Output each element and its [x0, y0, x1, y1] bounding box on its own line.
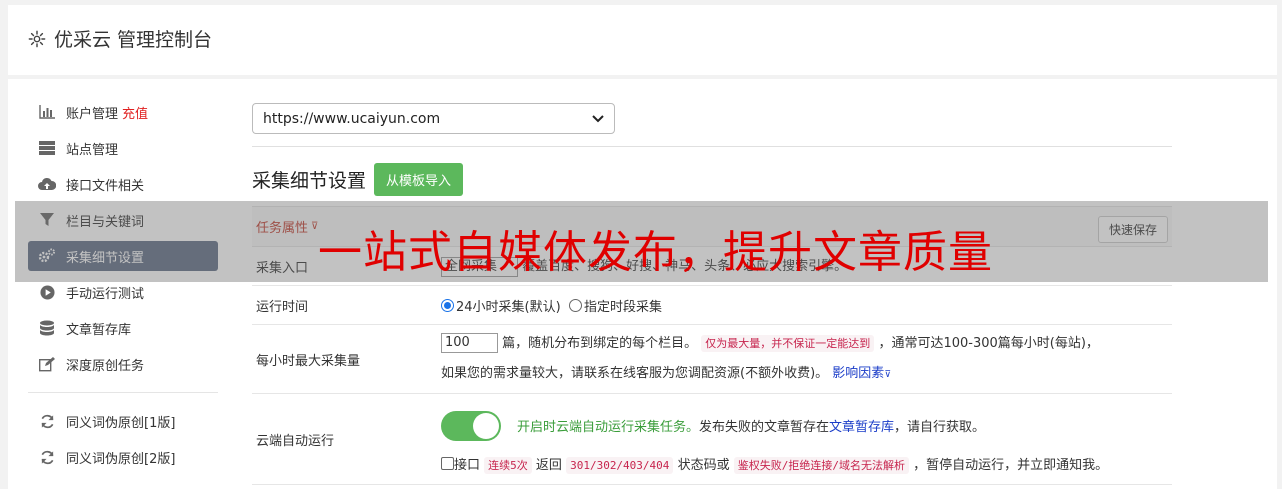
- cloud-green-text: 开启时云端自动运行采集任务。: [517, 420, 700, 435]
- article-store-link[interactable]: 文章暂存库: [829, 416, 894, 435]
- tag-5-times: 连续5次: [484, 456, 532, 474]
- sidebar-item-label: 同义词伪原创[2版]: [66, 451, 176, 467]
- server-icon: [38, 139, 56, 157]
- radio-24h-label: 24小时采集(默认): [456, 299, 561, 315]
- sidebar-item-label: 手动运行测试: [66, 286, 145, 302]
- recharge-link[interactable]: 充值: [122, 103, 148, 122]
- max-note-tag: 仅为最大量，并不保证一定能达到: [701, 334, 875, 352]
- cloud-cb-label: 接口: [454, 457, 481, 473]
- bar-chart-icon: [38, 103, 56, 121]
- cloud-auto-run-value: 开启时云端自动运行采集任务。 发布失败的文章暂存在 文章暂存库 ，请自行获取。 …: [441, 406, 1172, 474]
- page-title: 优采云 管理控制台: [28, 25, 212, 52]
- run-time-row: 运行时间 24小时采集(默认) 指定时段采集: [252, 286, 1172, 325]
- edit-icon: [38, 355, 56, 373]
- site-select-value: https://www.ucaiyun.com: [263, 110, 441, 127]
- cloud-text-3: 返回: [535, 457, 562, 473]
- content-area: https://www.ucaiyun.com 采集细节设置 从模板导入 任务属…: [252, 103, 1172, 485]
- pause-notify-checkbox[interactable]: [441, 456, 454, 470]
- max-per-hour-row: 每小时最大采集量 100 篇，随机分布到绑定的每个栏目。 仅为最大量，并不保证一…: [252, 325, 1172, 394]
- sidebar: 账户管理 充值 站点管理 接口文件相关 栏目与关键词 采集细节设置 手动运行测试…: [28, 97, 218, 478]
- sidebar-item-sites[interactable]: 站点管理: [28, 133, 218, 163]
- sidebar-item-label: 站点管理: [66, 142, 119, 158]
- sidebar-item-label: 账户管理: [66, 106, 119, 122]
- header-bar: 优采云 管理控制台: [8, 5, 1277, 75]
- sidebar-item-label: 同义词伪原创[1版]: [66, 415, 176, 431]
- max-text-3: 如果您的需求量较大，请联系在线客服为您调配资源(不额外收费)。: [441, 365, 829, 381]
- cloud-text-5: ，暂停自动运行，并立即通知我。: [913, 457, 1109, 473]
- max-per-hour-label: 每小时最大采集量: [256, 353, 361, 369]
- cloud-text-4: 状态码或: [677, 457, 730, 473]
- influence-factors-link[interactable]: 影响因素⊽: [832, 366, 891, 381]
- sidebar-item-article-store[interactable]: 文章暂存库: [28, 313, 218, 343]
- cloud-auto-run-label: 云端自动运行: [256, 433, 335, 449]
- database-icon: [38, 319, 56, 337]
- max-per-hour-input[interactable]: 100: [441, 333, 498, 353]
- max-per-hour-value: 100 篇，随机分布到绑定的每个栏目。 仅为最大量，并不保证一定能达到 ，通常可…: [441, 329, 1172, 390]
- toggle-knob: [473, 412, 499, 439]
- import-from-template-button[interactable]: 从模板导入: [374, 163, 464, 196]
- max-text-1: 篇，随机分布到绑定的每个栏目。: [502, 335, 698, 351]
- radio-24h[interactable]: [441, 298, 454, 312]
- run-time-label: 运行时间: [256, 299, 309, 315]
- play-icon: [38, 283, 56, 301]
- sidebar-item-synonym-v1[interactable]: 同义词伪原创[1版]: [28, 406, 218, 436]
- sidebar-item-account[interactable]: 账户管理 充值: [28, 97, 218, 127]
- max-text-2: ，通常可达100-300篇每小时(每站)，: [878, 335, 1099, 351]
- cloud-upload-icon: [38, 175, 56, 193]
- sidebar-item-deep-original[interactable]: 深度原创任务: [28, 349, 218, 379]
- radio-scheduled[interactable]: [568, 298, 582, 312]
- section-title: 采集细节设置: [252, 170, 367, 192]
- tag-auth-failure: 鉴权失败/拒绝连接/域名无法解析: [733, 456, 909, 474]
- app-title: 优采云 管理控制台: [54, 29, 213, 51]
- run-time-options: 24小时采集(默认) 指定时段采集: [441, 296, 1172, 315]
- main-panel: 账户管理 充值 站点管理 接口文件相关 栏目与关键词 采集细节设置 手动运行测试…: [8, 79, 1277, 489]
- sidebar-item-label: 深度原创任务: [66, 358, 145, 374]
- tag-status-codes: 301/302/403/404: [566, 456, 674, 474]
- site-select[interactable]: https://www.ucaiyun.com: [252, 103, 615, 134]
- divider: [252, 146, 1172, 147]
- gear-icon: [28, 30, 46, 48]
- cloud-text-1: 发布失败的文章暂存在: [699, 420, 830, 435]
- sidebar-item-interface[interactable]: 接口文件相关: [28, 169, 218, 199]
- sidebar-item-synonym-v2[interactable]: 同义词伪原创[2版]: [28, 442, 218, 472]
- influence-factors-label: 影响因素: [832, 365, 885, 381]
- cloud-auto-run-row: 云端自动运行 开启时云端自动运行采集任务。 发布失败的文章暂存在 文章暂存库 ，…: [252, 394, 1172, 485]
- section-header: 采集细节设置 从模板导入: [252, 163, 1172, 196]
- cloud-text-2: ，请自行获取。: [894, 420, 986, 435]
- refresh-icon: [38, 412, 56, 430]
- sidebar-item-label: 文章暂存库: [66, 322, 132, 338]
- chevron-down-icon: [592, 111, 604, 127]
- sidebar-divider: [28, 392, 218, 393]
- radio-scheduled-label: 指定时段采集: [583, 299, 662, 315]
- overlay-watermark-text: 一站式自媒体发布，提升文章质量: [318, 227, 993, 278]
- cloud-auto-run-toggle[interactable]: [441, 410, 501, 441]
- chevron-down-icon: ⊽: [884, 369, 891, 380]
- refresh-icon: [38, 448, 56, 466]
- sidebar-item-label: 接口文件相关: [66, 178, 145, 194]
